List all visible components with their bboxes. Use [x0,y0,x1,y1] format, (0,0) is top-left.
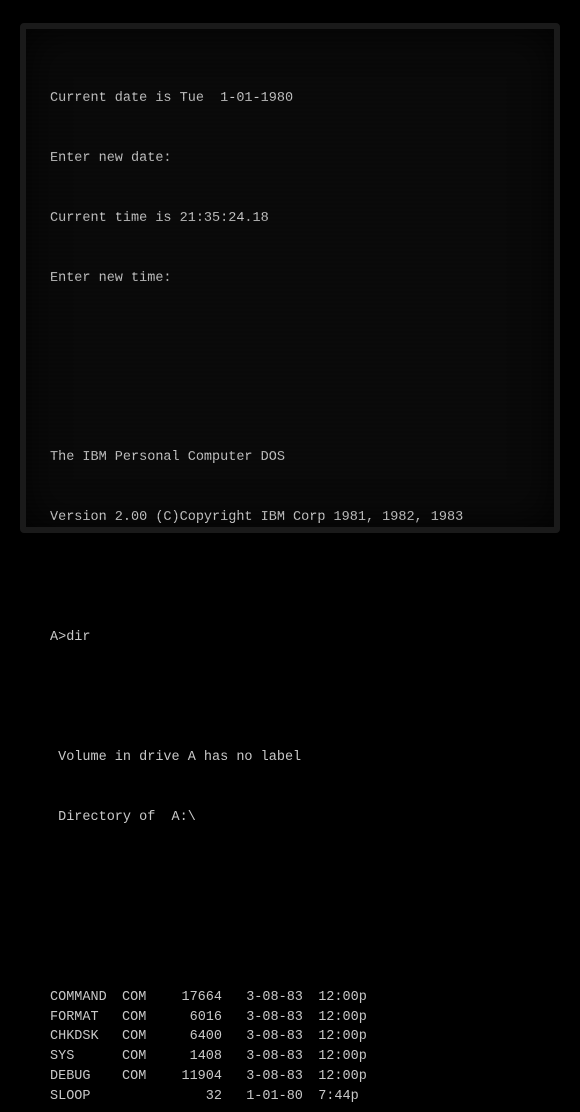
table-row: SYSCOM1408 3-08-83 12:00p [50,1047,530,1067]
time-line: Current time is 21:35:24.18 [50,209,530,229]
file-date: 3-08-83 [230,1047,302,1067]
file-date: 3-08-83 [230,1067,302,1087]
blank1 [50,329,530,349]
file-time: 12:00p [302,1008,362,1028]
enter-date-line: Enter new date: [50,149,530,169]
file-name: SLOOP [50,1087,122,1107]
file-date: 3-08-83 [230,1008,302,1028]
directory-line: Directory of A:\ [50,808,530,828]
file-size: 1408 [162,1047,222,1067]
file-date: 1-01-80 [230,1087,302,1107]
file-size: 6400 [162,1027,222,1047]
file-time: 12:00p [302,1067,362,1087]
blank5 [50,868,530,888]
dos-version-line: Version 2.00 (C)Copyright IBM Corp 1981,… [50,508,530,528]
file-ext: COM [122,1008,162,1028]
blank2 [50,388,530,408]
dir-command-line: A>dir [50,628,530,648]
dos-name-line: The IBM Personal Computer DOS [50,448,530,468]
date-line: Current date is Tue 1-01-1980 [50,89,530,109]
file-name: COMMAND [50,988,122,1008]
file-name: FORMAT [50,1008,122,1028]
terminal-output: Current date is Tue 1-01-1980 Enter new … [50,49,530,1112]
file-size: 6016 [162,1008,222,1028]
file-date: 3-08-83 [230,988,302,1008]
enter-time-line: Enter new time: [50,269,530,289]
file-name: CHKDSK [50,1027,122,1047]
file-date: 3-08-83 [230,1027,302,1047]
file-list: COMMANDCOM17664 3-08-83 12:00pFORMATCOM6… [50,928,530,1108]
table-row: CHKDSKCOM6400 3-08-83 12:00p [50,1027,530,1047]
table-row: COMMANDCOM17664 3-08-83 12:00p [50,988,530,1008]
table-row: FORMATCOM6016 3-08-83 12:00p [50,1008,530,1028]
volume-line: Volume in drive A has no label [50,748,530,768]
file-ext [122,1087,162,1107]
file-ext: COM [122,1047,162,1067]
crt-screen: Current date is Tue 1-01-1980 Enter new … [20,23,560,533]
file-time: 12:00p [302,988,362,1008]
file-size: 32 [162,1087,222,1107]
file-time: 7:44p [302,1087,362,1107]
file-name: DEBUG [50,1067,122,1087]
file-size: 17664 [162,988,222,1008]
table-row: SLOOP 32 1-01-80 7:44p [50,1087,530,1107]
table-row: DEBUGCOM11904 3-08-83 12:00p [50,1067,530,1087]
file-name: SYS [50,1047,122,1067]
blank3 [50,568,530,588]
file-time: 12:00p [302,1027,362,1047]
file-time: 12:00p [302,1047,362,1067]
file-size: 11904 [162,1067,222,1087]
file-ext: COM [122,1027,162,1047]
blank4 [50,688,530,708]
file-ext: COM [122,1067,162,1087]
file-ext: COM [122,988,162,1008]
